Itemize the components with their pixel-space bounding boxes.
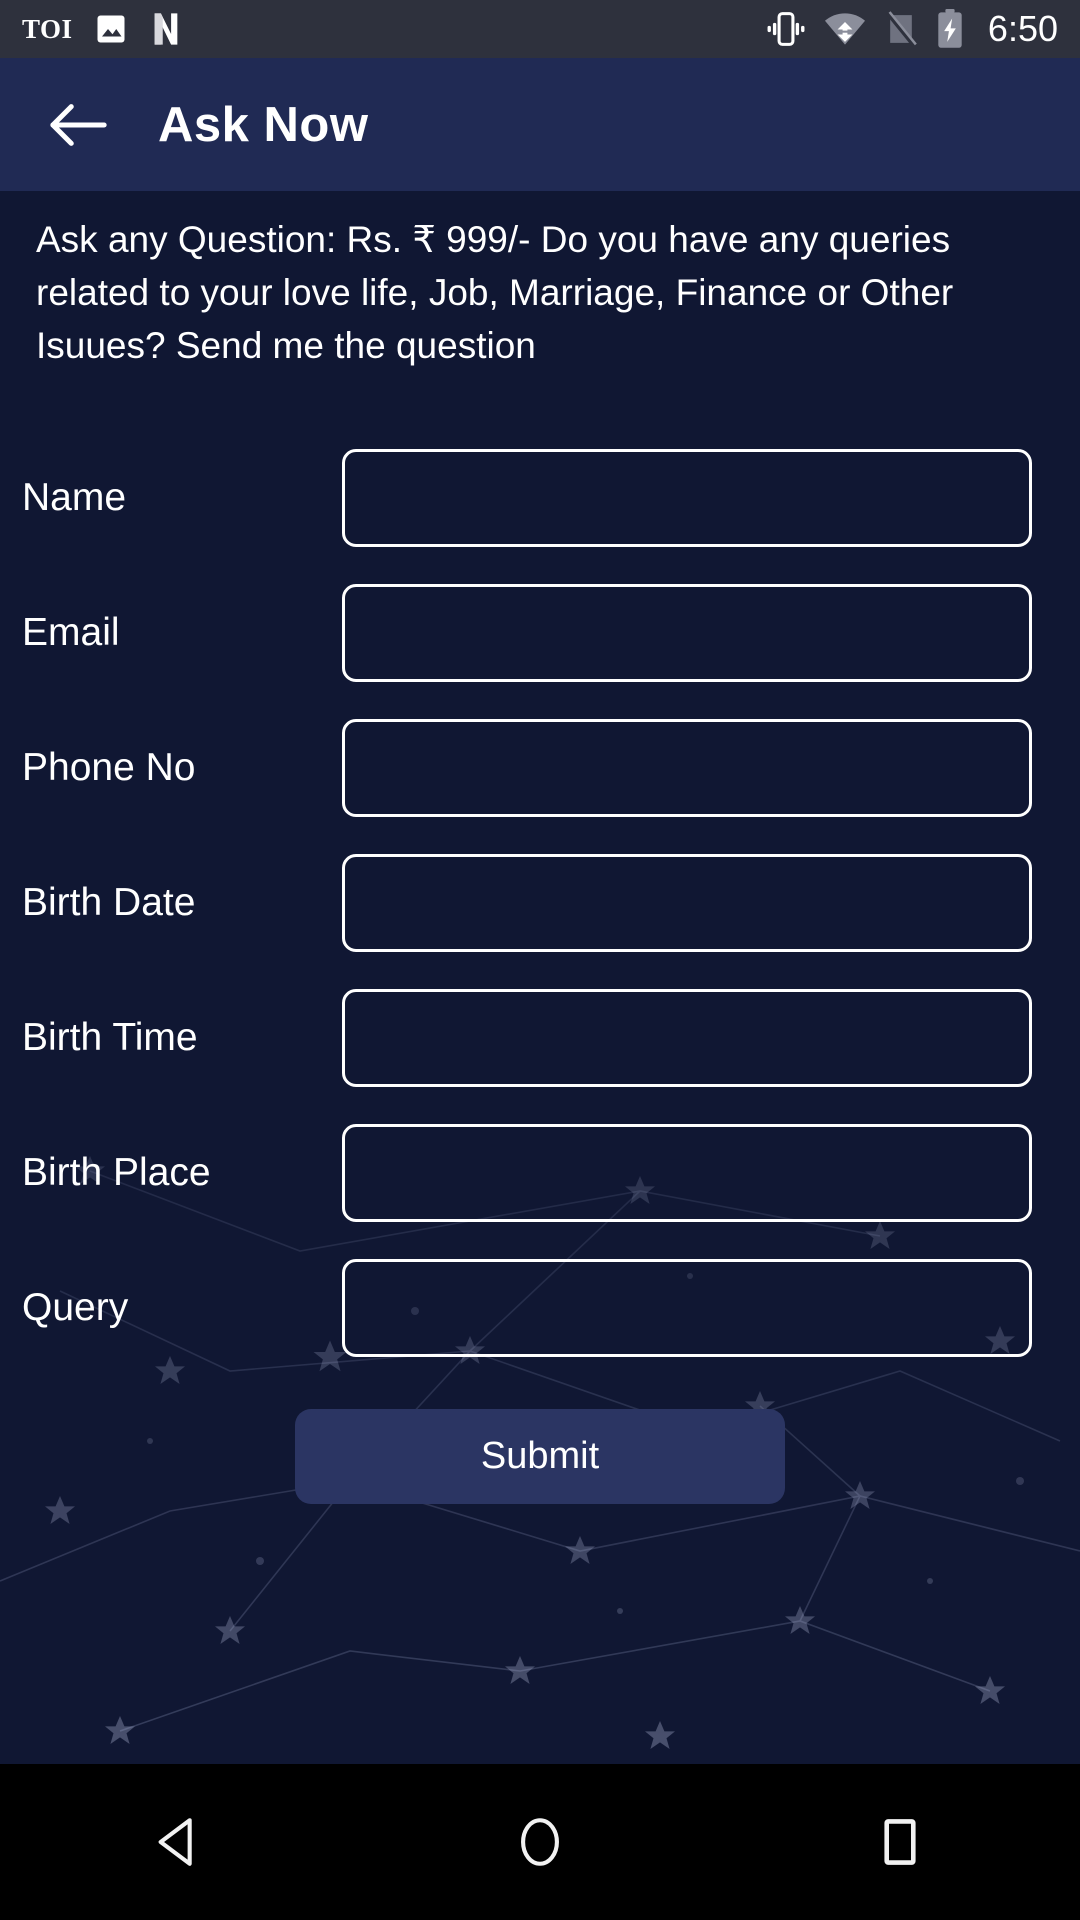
status-bar-right-icons: 6:50 bbox=[766, 8, 1058, 50]
phone-screen: TOI 6:50 Ask Now Ask any Question: Rs. ₹… bbox=[0, 0, 1080, 1920]
label-birth-date: Birth Date bbox=[22, 880, 196, 924]
ask-now-form: Name Email Phone No Birth Date Birth Tim… bbox=[0, 430, 1080, 1504]
label-birth-time: Birth Time bbox=[22, 1015, 198, 1059]
form-row-name: Name bbox=[0, 430, 1080, 565]
name-input[interactable] bbox=[342, 448, 1032, 547]
status-bar: TOI 6:50 bbox=[0, 0, 1080, 58]
netflix-n-icon bbox=[154, 13, 177, 45]
form-row-phone: Phone No bbox=[0, 700, 1080, 835]
label-phone-no: Phone No bbox=[22, 745, 196, 789]
label-email: Email bbox=[22, 610, 120, 654]
image-icon bbox=[97, 15, 125, 43]
status-bar-left-icons: TOI bbox=[22, 10, 183, 48]
label-name: Name bbox=[22, 475, 127, 519]
submit-button[interactable]: Submit bbox=[295, 1409, 785, 1504]
battery-charging-icon bbox=[938, 9, 962, 48]
nav-recents-square-icon bbox=[884, 1819, 916, 1865]
vibrate-icon bbox=[767, 12, 805, 46]
offer-description: Ask any Question: Rs. ₹ 999/- Do you hav… bbox=[36, 219, 954, 366]
label-query: Query bbox=[22, 1285, 129, 1329]
form-row-email: Email bbox=[0, 565, 1080, 700]
app-bar: Ask Now bbox=[0, 58, 1080, 191]
query-input[interactable] bbox=[342, 1258, 1032, 1357]
android-navigation-bar bbox=[0, 1764, 1080, 1920]
page-title: Ask Now bbox=[158, 97, 369, 152]
wifi-transfer-icon bbox=[824, 13, 865, 45]
form-row-birth-date: Birth Date bbox=[0, 835, 1080, 970]
nav-recents-button[interactable] bbox=[840, 1782, 960, 1902]
nav-back-triangle-icon bbox=[158, 1818, 192, 1866]
form-row-birth-place: Birth Place bbox=[0, 1105, 1080, 1240]
toi-logo-icon: TOI bbox=[22, 13, 73, 44]
birth-place-input[interactable] bbox=[342, 1123, 1032, 1222]
birth-date-input[interactable] bbox=[342, 853, 1032, 952]
main-content: Ask any Question: Rs. ₹ 999/- Do you hav… bbox=[0, 191, 1080, 1764]
form-row-birth-time: Birth Time bbox=[0, 970, 1080, 1105]
nav-back-button[interactable] bbox=[120, 1782, 240, 1902]
nav-home-button[interactable] bbox=[480, 1782, 600, 1902]
no-signal-icon bbox=[885, 11, 917, 47]
form-row-query: Query bbox=[0, 1240, 1080, 1375]
phone-no-input[interactable] bbox=[342, 718, 1032, 817]
birth-time-input[interactable] bbox=[342, 988, 1032, 1087]
submit-button-container: Submit bbox=[0, 1409, 1080, 1504]
label-birth-place: Birth Place bbox=[22, 1150, 211, 1194]
nav-home-circle-icon bbox=[521, 1818, 559, 1866]
email-input[interactable] bbox=[342, 583, 1032, 682]
back-arrow-icon[interactable] bbox=[50, 103, 108, 147]
status-bar-clock: 6:50 bbox=[987, 8, 1058, 49]
